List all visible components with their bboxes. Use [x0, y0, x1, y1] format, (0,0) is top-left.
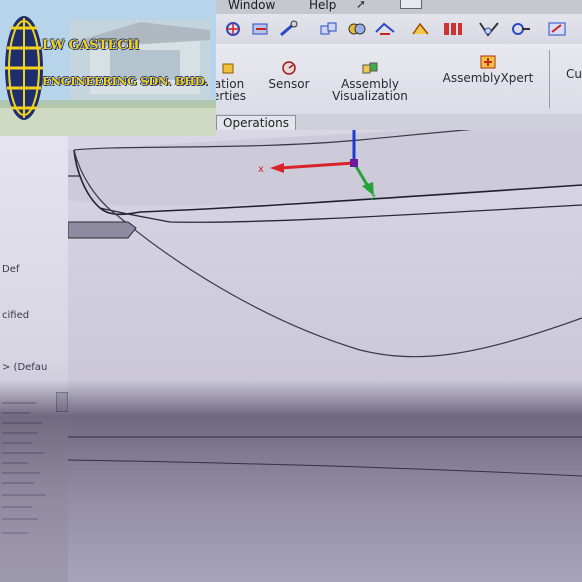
tree-item[interactable]: [2, 518, 38, 520]
assembly-visualization-button[interactable]: Assembly Visualization: [322, 60, 418, 102]
mass-properties-label-2: erties: [212, 89, 246, 103]
part-step-block: [68, 221, 137, 239]
command-divider: [549, 50, 550, 108]
tree-item[interactable]: [2, 494, 46, 496]
tree-item[interactable]: [2, 532, 28, 534]
panel-label-cified: cified: [2, 310, 30, 321]
tree-item[interactable]: [2, 402, 36, 404]
sensor-label: Sensor: [268, 77, 310, 91]
mass-properties-icon: [222, 63, 234, 74]
graphics-viewport[interactable]: x z: [68, 130, 582, 582]
tree-item[interactable]: [2, 472, 40, 474]
tree-item[interactable]: [2, 412, 30, 414]
assembly-visualization-label-2: Visualization: [332, 89, 408, 103]
smart-fastener-icon[interactable]: [278, 20, 300, 38]
assembly-visualization-icon: [362, 62, 378, 74]
tree-item[interactable]: [2, 452, 44, 454]
tree-item[interactable]: [2, 442, 32, 444]
logo-emblem-icon: [5, 16, 43, 120]
triad-z-label: z: [371, 193, 376, 203]
tab-operations[interactable]: Operations: [216, 115, 296, 130]
sensor-button[interactable]: Sensor: [262, 60, 316, 90]
command-manager: ation erties Sensor Assembly Visualizati…: [210, 44, 582, 114]
pin-icon[interactable]: ➚: [356, 0, 374, 11]
menu-help[interactable]: Help: [309, 0, 336, 12]
assemblyxpert-button[interactable]: AssemblyXpert: [428, 54, 548, 84]
tree-item[interactable]: [2, 482, 34, 484]
assemblyxpert-icon: [480, 55, 496, 69]
logo-company-name: LW GASTECH: [42, 38, 140, 53]
panel-label-def: Def: [2, 264, 20, 275]
triad-origin: [350, 159, 358, 167]
mirror-components-icon[interactable]: [410, 20, 432, 38]
rotate-view-icon[interactable]: [222, 20, 244, 38]
explode-view-icon[interactable]: [318, 20, 340, 38]
menu-window[interactable]: Window: [228, 0, 275, 12]
custom-label: Cu: [566, 67, 582, 81]
belt-chain-icon[interactable]: [478, 20, 500, 38]
mass-properties-button[interactable]: ation erties: [212, 60, 246, 102]
logo-company-suffix: ENGINEERING SDN. BHD.: [42, 74, 208, 88]
logo-background: [0, 0, 216, 136]
tree-item[interactable]: [2, 506, 32, 508]
sensor-icon: [282, 61, 296, 75]
edit-component-icon[interactable]: [546, 20, 568, 38]
assemblyxpert-label: AssemblyXpert: [442, 71, 534, 85]
new-document-icon[interactable]: [400, 0, 422, 9]
panel-scrollbar[interactable]: [56, 392, 68, 412]
custom-button[interactable]: Cu: [564, 68, 582, 80]
company-logo: LW GASTECH ENGINEERING SDN. BHD.: [0, 0, 216, 136]
tree-item[interactable]: [2, 432, 38, 434]
hide-show-icon[interactable]: [510, 20, 532, 38]
check-clearance-icon[interactable]: [374, 20, 396, 38]
move-component-icon[interactable]: [250, 20, 272, 38]
interference-detection-icon[interactable]: [346, 20, 368, 38]
linear-pattern-icon[interactable]: [442, 20, 464, 38]
tree-item[interactable]: [2, 462, 28, 464]
panel-label-default-config: > (Defau: [2, 362, 48, 373]
toolbar-icons: [210, 14, 582, 45]
triad-x-label: x: [258, 164, 264, 175]
cad-screen: Window Help ➚ ation erties Sensor Assemb…: [0, 0, 582, 582]
tree-item[interactable]: [2, 422, 42, 424]
feature-manager-panel: Def cified > (Defau: [0, 130, 69, 582]
